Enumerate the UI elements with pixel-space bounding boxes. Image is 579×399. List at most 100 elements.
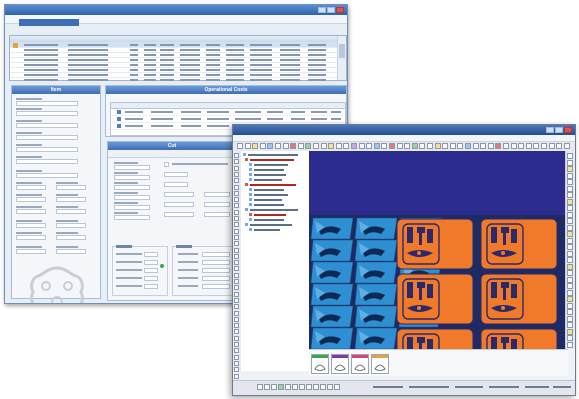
cut-field-input[interactable] [204, 212, 230, 217]
toolbar-button[interactable] [548, 143, 555, 149]
table-row[interactable] [10, 77, 338, 83]
tool-button[interactable] [234, 373, 239, 379]
tool-button[interactable] [234, 153, 239, 158]
toolbar-button[interactable] [525, 143, 532, 149]
tool-button[interactable] [567, 231, 573, 237]
tool-button[interactable] [234, 367, 239, 373]
maximize-button[interactable] [555, 127, 563, 133]
tool-button[interactable] [567, 166, 573, 172]
tool-button[interactable] [567, 205, 573, 211]
tool-button[interactable] [567, 244, 573, 250]
cut-field-input[interactable] [164, 192, 194, 197]
toolbar-button[interactable] [267, 143, 274, 149]
tool-button[interactable] [234, 342, 239, 347]
toolbar-button[interactable] [434, 143, 441, 149]
tool-button[interactable] [234, 222, 239, 228]
tree-node[interactable] [249, 173, 287, 177]
toolbar-button[interactable] [449, 143, 456, 149]
tree-node[interactable] [249, 168, 285, 172]
tool-button[interactable] [567, 341, 573, 348]
item-field-input[interactable] [16, 249, 46, 254]
tool-button[interactable] [234, 171, 239, 177]
tool-button[interactable] [567, 192, 573, 198]
toolbar-button[interactable] [282, 143, 289, 149]
tree-node[interactable] [249, 218, 285, 222]
group-field-input[interactable] [144, 252, 158, 257]
tree-node[interactable] [245, 183, 297, 187]
cad-title-bar[interactable] [233, 125, 575, 135]
tool-button[interactable] [567, 270, 573, 276]
toolbar-button[interactable] [563, 143, 570, 149]
list-item[interactable] [111, 116, 345, 123]
toolbar-button[interactable] [290, 143, 297, 149]
tool-button[interactable] [567, 218, 573, 224]
status-tool-button[interactable] [292, 384, 298, 390]
tool-button[interactable] [567, 283, 573, 289]
toolbar-button[interactable] [442, 143, 449, 149]
tool-button[interactable] [234, 228, 239, 234]
tool-button[interactable] [234, 348, 239, 354]
toolbar-button[interactable] [328, 143, 335, 149]
tool-button[interactable] [567, 224, 573, 231]
tool-button[interactable] [234, 316, 239, 322]
layout-thumbnail[interactable] [331, 354, 349, 374]
tool-button[interactable] [567, 211, 573, 218]
toolbar-button[interactable] [366, 143, 373, 149]
cut-field-input[interactable] [114, 185, 150, 190]
tool-button[interactable] [567, 315, 573, 322]
order-grid[interactable] [9, 35, 347, 83]
toolbar-button[interactable] [503, 143, 509, 149]
tool-button[interactable] [234, 304, 239, 310]
scroll-thumb[interactable] [339, 44, 345, 58]
tool-button[interactable] [234, 190, 239, 196]
close-button[interactable] [564, 127, 572, 133]
tree-node[interactable] [245, 208, 299, 212]
tool-button[interactable] [567, 328, 573, 335]
status-tool-button[interactable] [257, 384, 263, 390]
toolbar-button[interactable] [396, 143, 403, 149]
status-tool-button[interactable] [271, 384, 277, 390]
toolbar-button[interactable] [389, 143, 395, 149]
tool-button[interactable] [567, 309, 573, 315]
cut-field-input[interactable] [114, 165, 150, 170]
toolbar-button[interactable] [404, 143, 411, 149]
item-field-input[interactable] [16, 135, 78, 140]
status-tool-button[interactable] [313, 384, 319, 390]
toolbar-button[interactable] [510, 143, 517, 149]
tool-button[interactable] [234, 241, 239, 247]
toolbar-button[interactable] [244, 143, 251, 149]
tool-button[interactable] [234, 329, 239, 335]
group-field-input[interactable] [144, 284, 158, 289]
cut-field-input[interactable] [164, 212, 194, 217]
toolbar-button[interactable] [275, 143, 281, 149]
toolbar-button[interactable] [313, 143, 319, 149]
cut-field-input[interactable] [114, 175, 150, 180]
item-field-input[interactable] [16, 235, 46, 240]
tool-button[interactable] [567, 302, 573, 309]
tool-button[interactable] [234, 285, 239, 291]
tool-button[interactable] [234, 203, 239, 209]
status-tool-button[interactable] [299, 384, 305, 390]
item-field-input[interactable] [56, 197, 86, 202]
item-field-input[interactable] [16, 173, 78, 178]
maximize-button[interactable] [327, 7, 335, 13]
status-tool-button[interactable] [264, 384, 270, 390]
status-tool-button[interactable] [327, 384, 333, 390]
item-field-input[interactable] [56, 223, 86, 228]
checkbox[interactable] [164, 162, 169, 167]
item-field-input[interactable] [16, 197, 46, 202]
close-button[interactable] [336, 7, 344, 13]
status-tool-button[interactable] [278, 384, 284, 390]
toolbar-button[interactable] [457, 143, 464, 149]
toolbar-button[interactable] [419, 143, 426, 149]
erp-title-bar[interactable] [5, 5, 347, 15]
tree-node[interactable] [249, 178, 283, 182]
item-field-input[interactable] [56, 235, 86, 240]
tool-button[interactable] [234, 234, 239, 240]
status-tool-button[interactable] [306, 384, 312, 390]
tool-button[interactable] [234, 266, 239, 272]
cut-field-input[interactable] [114, 195, 150, 200]
tree-node[interactable] [243, 153, 299, 157]
toolbar-button[interactable] [252, 143, 259, 149]
tool-button[interactable] [567, 296, 573, 302]
